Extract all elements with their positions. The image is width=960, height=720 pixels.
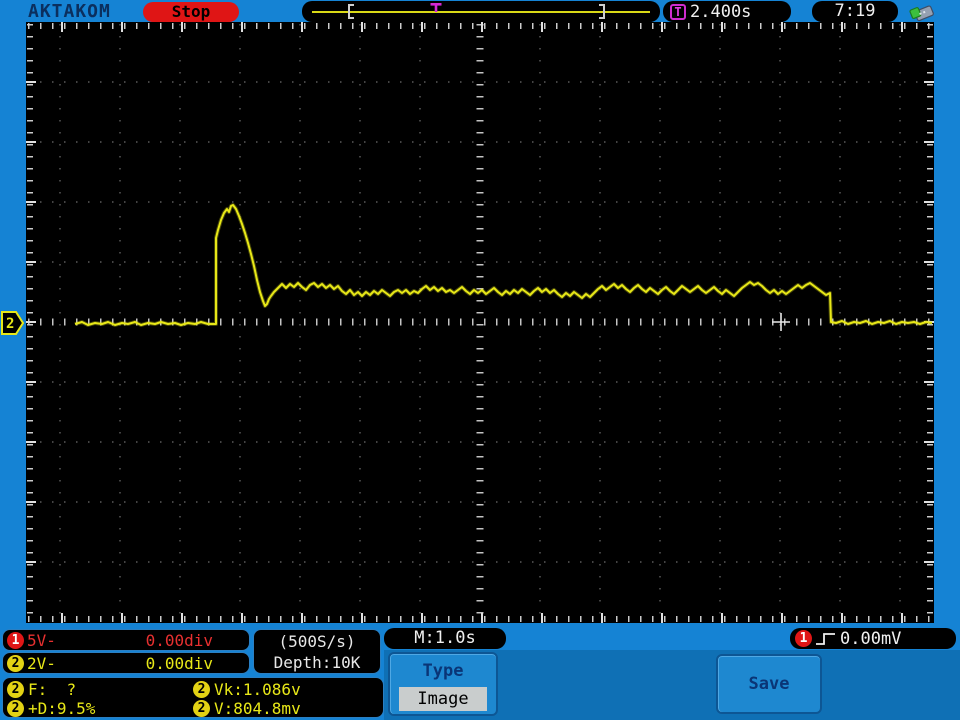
clock: 7:19 (812, 1, 898, 22)
channel2-scale: 2V- (27, 653, 56, 673)
measurements-box: 2 F: ? 2 Vk:1.086v 2 +D:9.5% 2 V:804.8mv (2, 677, 384, 718)
measurement-value: Vk:1.086v (214, 680, 301, 699)
svg-text:2: 2 (6, 316, 14, 332)
trigger-time-pill: T 2.400s (663, 1, 791, 22)
sample-rate: (500S/s) (278, 632, 356, 651)
window-left-bracket (348, 4, 354, 19)
waveform-trace-glow (74, 203, 933, 327)
channel1-badge: 1 (7, 631, 24, 649)
acquisition-info-box: (500S/s) Depth:10K (253, 629, 381, 674)
channel2-info-box: 2 2V- 0.00div (2, 652, 250, 674)
measurement-value: V:804.8mv (214, 699, 301, 718)
run-state-badge: Stop (143, 2, 239, 22)
rising-edge-icon (816, 632, 835, 645)
trigger-t-icon: T (670, 3, 686, 20)
measure-ch-badge: 2 (193, 681, 210, 698)
type-button-value[interactable]: Image (399, 687, 487, 711)
save-button[interactable]: Save (716, 654, 822, 714)
usb-drive-icon (909, 5, 934, 22)
trigger-level-value: 0.00mV (840, 628, 902, 649)
trigger-source-badge: 1 (795, 630, 812, 647)
channel2-position: 0.00div (145, 653, 213, 673)
measure-ch-badge: 2 (193, 700, 210, 717)
measure-ch-badge: 2 (7, 700, 24, 717)
channel2-badge: 2 (7, 654, 24, 672)
trigger-time-value: 2.400s (690, 1, 752, 22)
timebase-pill: M:1.0s (384, 628, 506, 649)
channel1-info-box: 1 5V- 0.00div (2, 629, 250, 651)
channel2-position-marker[interactable]: 2 (1, 310, 25, 336)
trigger-position-marker-icon (430, 3, 442, 12)
measurement-frequency: 2 F: ? (7, 680, 193, 699)
measurement-value: F: ? (28, 680, 77, 699)
measurement-value: +D:9.5% (28, 699, 96, 718)
oscilloscope-screen: AKTAKOM Stop T 2.400s 7:19 2 1 5V- 0.00d… (0, 0, 960, 720)
measurement-voltage: 2 V:804.8mv (193, 699, 383, 718)
soft-menu-panel: Type Image Save (384, 650, 960, 720)
brand-logo: AKTAKOM (28, 1, 111, 22)
graticule-grid (26, 22, 934, 623)
window-right-bracket (599, 4, 605, 19)
memory-depth: Depth:10K (273, 653, 361, 672)
channel1-position: 0.00div (145, 630, 213, 650)
type-button-label: Type (422, 661, 464, 681)
measurement-duty: 2 +D:9.5% (7, 699, 193, 718)
type-button[interactable]: Type Image (388, 652, 498, 716)
memory-window-bar[interactable] (302, 1, 660, 22)
waveform-display (26, 22, 934, 623)
trigger-level-pill: 1 0.00mV (790, 628, 956, 649)
measurement-vk: 2 Vk:1.086v (193, 680, 383, 699)
measure-ch-badge: 2 (7, 681, 24, 698)
waveform-trace-ch2 (74, 204, 933, 326)
channel1-scale: 5V- (27, 630, 56, 650)
